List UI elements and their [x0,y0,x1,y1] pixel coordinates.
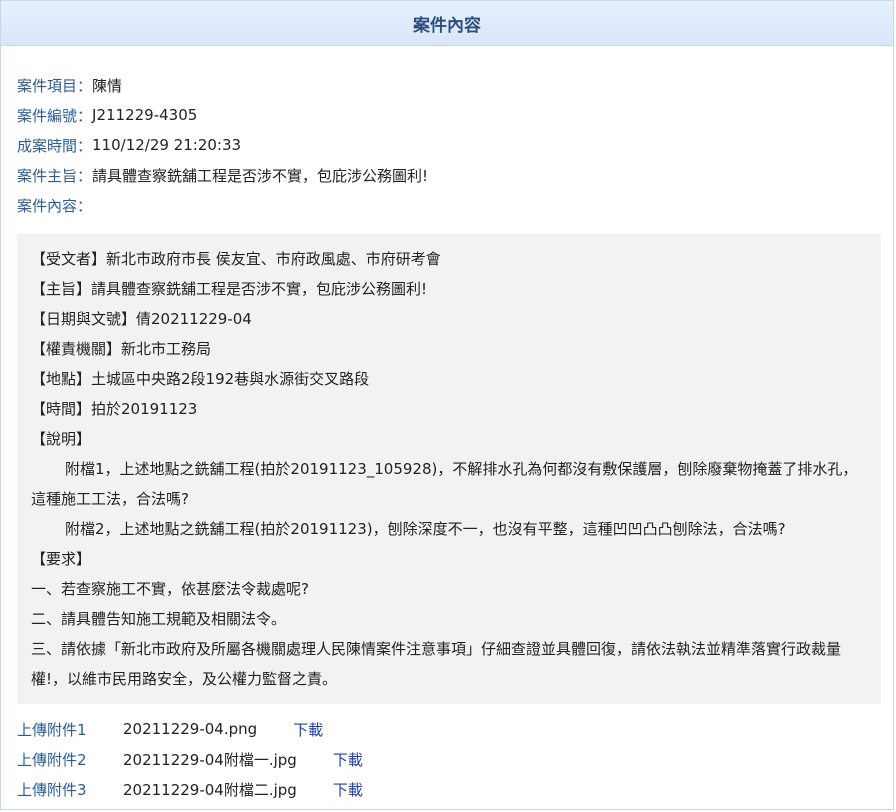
case-subject-value: 請具體查察銑舖工程是否涉不實，包庇涉公務圖利! [92,166,429,185]
case-time-row: 成案時間： 110/12/29 21:20:33 [17,130,877,160]
download-link[interactable]: 下載 [293,719,323,740]
case-id-value: J211229-4305 [92,106,198,124]
case-item-row: 案件項目： 陳情 [17,70,877,100]
panel-header: 案件內容 [1,1,893,46]
content-request-1: 一、若查察施工不實，依甚麼法令裁處呢? [31,580,309,598]
content-request-3: 三、請依據「新北市政府及所屬各機關處理人民陳情案件注意事項」仔細查證並具體回復，… [31,640,842,688]
download-link[interactable]: 下載 [333,749,363,770]
attachment-row: 上傳附件1 20211229-04.png 下載 [17,714,877,744]
content-line-location: 【地點】土城區中央路2段192巷與水源街交叉路段 [31,370,370,388]
case-id-row: 案件編號： J211229-4305 [17,100,877,130]
content-description-1: 附檔1，上述地點之銑舖工程(拍於20191123_105928)，不解排水孔為何… [31,460,858,508]
case-subject-row: 案件主旨： 請具體查察銑舖工程是否涉不實，包庇涉公務圖利! [17,160,877,190]
case-item-label: 案件項目： [17,76,93,95]
case-content-box: 【受文者】新北市政府市長 侯友宜、市府政風處、市府研考會 【主旨】請具體查察銑舖… [17,234,881,704]
attachment-row: 上傳附件2 20211229-04附檔一.jpg 下載 [17,744,877,774]
case-time-value: 110/12/29 21:20:33 [92,136,242,154]
attachment-label: 上傳附件3 [17,780,87,799]
attachment-filename: 20211229-04附檔二.jpg [123,780,297,799]
download-link[interactable]: 下載 [333,779,363,800]
attachment-label: 上傳附件1 [17,720,87,739]
case-item-value: 陳情 [92,76,123,95]
content-line-date-number: 【日期與文號】倩20211229-04 [31,310,252,328]
content-line-description-title: 【說明】 [31,430,92,448]
case-content-row: 案件內容： [17,190,877,220]
attachment-filename: 20211229-04附檔一.jpg [123,750,297,769]
panel-title: 案件內容 [413,15,481,36]
content-request-title: 【要求】 [31,550,92,568]
content-request-2: 二、請具體告知施工規範及相關法令。 [31,610,287,628]
attachment-row: 上傳附件3 20211229-04附檔二.jpg 下載 [17,774,877,804]
content-line-time: 【時間】拍於20191123 [31,400,198,418]
attachments-list: 上傳附件1 20211229-04.png 下載 上傳附件2 20211229-… [1,704,893,804]
content-line-subject: 【主旨】請具體查察銑舖工程是否涉不實，包庇涉公務圖利! [31,280,428,298]
case-panel: 案件內容 案件項目： 陳情 案件編號： J211229-4305 成案時間： 1… [0,0,894,810]
attachment-filename: 20211229-04.png [123,720,258,738]
content-line-recipient: 【受文者】新北市政府市長 侯友宜、市府政風處、市府研考會 [31,250,441,268]
case-id-label: 案件編號： [17,106,93,125]
case-content-label: 案件內容： [17,196,93,215]
attachment-label: 上傳附件2 [17,750,87,769]
case-meta: 案件項目： 陳情 案件編號： J211229-4305 成案時間： 110/12… [1,46,893,220]
case-subject-label: 案件主旨： [17,166,93,185]
case-time-label: 成案時間： [17,136,93,155]
content-description-2: 附檔2，上述地點之銑舖工程(拍於20191123)，刨除深度不一，也沒有平整，這… [65,520,786,538]
content-line-authority: 【權責機關】新北市工務局 [31,340,212,358]
